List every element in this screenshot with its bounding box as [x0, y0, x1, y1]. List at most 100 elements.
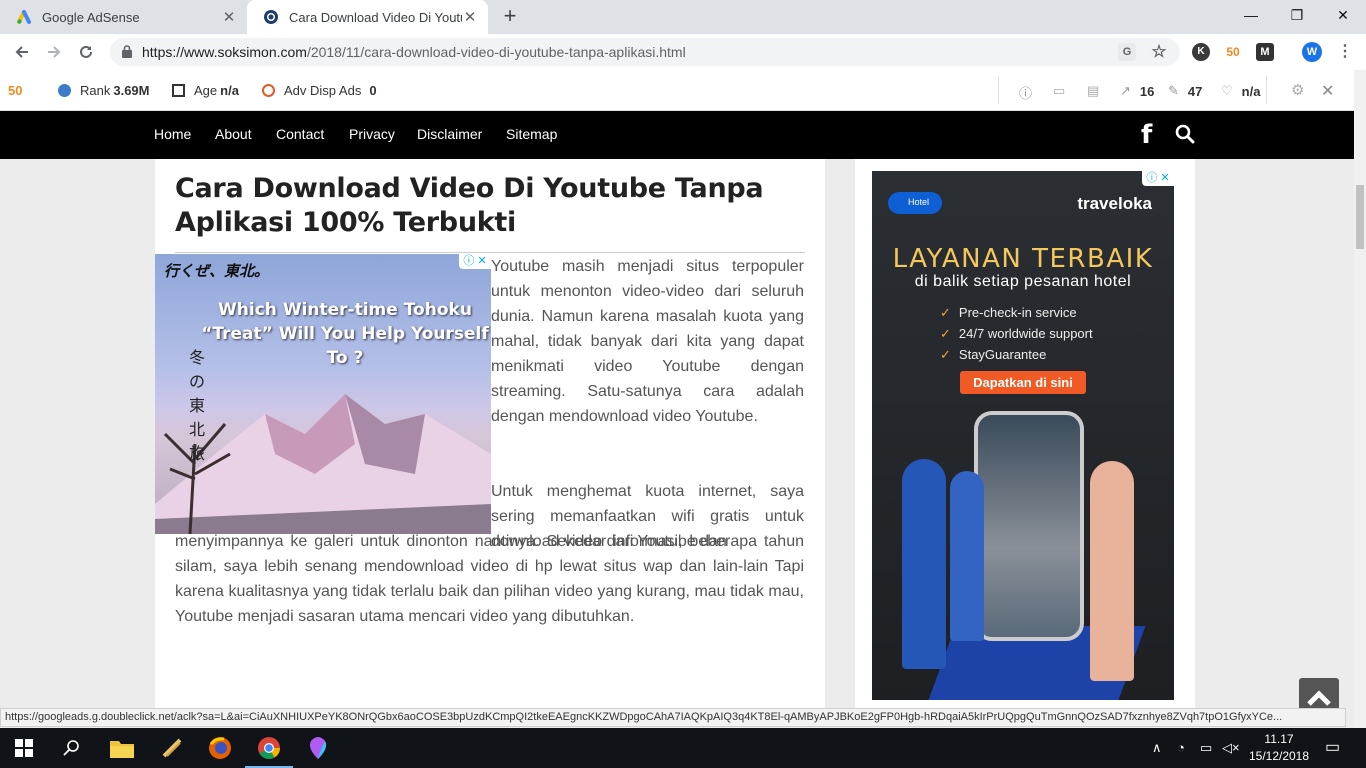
battery-icon[interactable]: ▭ [1200, 740, 1212, 756]
facebook-icon[interactable]: f [1141, 122, 1157, 148]
windows-taskbar: ∧ ◔ ▭ ◁× 11.17 15/12/2018 ▭ [0, 728, 1366, 768]
age-label: Age [194, 83, 218, 98]
page-content: Cara Download Video Di Youtube Tanpa Apl… [0, 159, 1354, 710]
trust-stat[interactable]: ♡ n/a [1221, 83, 1260, 99]
tab-google-adsense[interactable]: Google AdSense ✕ [0, 0, 247, 34]
hotel-badge: Hotel [888, 192, 942, 214]
check-icon: ✓ [940, 305, 951, 320]
vertical-scrollbar[interactable] [1354, 70, 1366, 728]
nav-home[interactable]: Home [154, 126, 191, 142]
status-bar-url: https://googleads.g.doubleclick.net/aclk… [0, 708, 1346, 727]
person-image [1090, 461, 1134, 681]
close-tab-icon[interactable]: ✕ [462, 8, 478, 26]
close-extension-icon[interactable]: ✕ [1321, 81, 1334, 101]
tray-expand-icon[interactable]: ∧ [1152, 740, 1162, 756]
ad-cta-button[interactable]: Dapatkan di sini [960, 371, 1086, 394]
article-paragraph-3: menyimpannya ke galeri untuk dinonton na… [175, 533, 804, 625]
paint-3d-icon[interactable] [304, 734, 332, 762]
volume-icon[interactable]: ◁× [1222, 740, 1240, 756]
article: Cara Download Video Di Youtube Tanpa Apl… [155, 159, 825, 710]
tab-title: Cara Download Video Di Youtube [289, 9, 462, 25]
document-icon[interactable]: ▤ [1087, 83, 1099, 99]
adchoices-icon[interactable]: ⓘ ✕ [1142, 171, 1174, 186]
ad-feature: ✓ 24/7 worldwide support [940, 326, 1093, 342]
ad-headline: Which Winter-time Tohoku “Treat” Will Yo… [201, 300, 489, 368]
divider [998, 76, 999, 104]
tab-cara-download[interactable]: Cara Download Video Di Youtube ✕ [247, 0, 488, 34]
ad-feature-label: StayGuarantee [958, 347, 1047, 362]
maximize-button[interactable]: ❐ [1274, 0, 1320, 32]
reload-icon[interactable] [72, 38, 100, 66]
article-paragraph-1: Youtube masih menjadi situs terpopuler u… [491, 258, 804, 425]
site-navigation: Home About Contact Privacy Disclaimer Si… [0, 111, 1354, 159]
seo-logo-icon: 50 [8, 83, 23, 98]
traveloka-logo: traveloka [1077, 194, 1152, 213]
rank-value: 3.69M [113, 83, 150, 98]
seo-extension-icon[interactable]: 50 [1224, 43, 1242, 61]
ad-headline: LAYANAN TERBAIK [892, 244, 1154, 274]
info-icon[interactable]: ⓘ [1019, 83, 1032, 102]
chrome-icon[interactable] [255, 734, 283, 762]
trust-value: n/a [1241, 83, 1261, 99]
adv-value: 0 [369, 83, 377, 98]
translate-icon[interactable]: G [1118, 43, 1136, 61]
nav-contact[interactable]: Contact [276, 126, 324, 142]
extension-m-icon[interactable]: M [1256, 43, 1274, 61]
minimize-button[interactable]: — [1228, 0, 1274, 32]
menu-kebab-icon[interactable]: ⋮ [1336, 43, 1354, 61]
extension-k-icon[interactable]: K [1192, 43, 1210, 61]
monitor-icon[interactable]: ▭ [1053, 83, 1065, 99]
url-host: https://www.soksimon.com [142, 44, 307, 60]
scrollbar-thumb[interactable] [1356, 185, 1364, 249]
nav-disclaimer[interactable]: Disclaimer [417, 126, 482, 142]
close-tab-icon[interactable]: ✕ [221, 8, 237, 26]
circle-icon [262, 84, 275, 97]
search-icon[interactable] [58, 734, 86, 762]
new-tab-button[interactable]: + [498, 5, 522, 29]
url-path: /2018/11/cara-download-video-di-youtube-… [306, 44, 686, 60]
bookmark-star-icon[interactable]: ☆ [1150, 43, 1168, 61]
rank-stat[interactable]: Rank 3.69M [58, 83, 150, 98]
adv-disp-ads-stat[interactable]: Adv Disp Ads 0 [262, 83, 377, 98]
notification-icon[interactable]: ▭ [1325, 737, 1340, 757]
system-clock[interactable]: 11.17 15/12/2018 [1244, 731, 1314, 765]
age-stat[interactable]: Age n/a [172, 83, 239, 98]
hotel-badge-label: Hotel [908, 197, 930, 207]
address-bar[interactable]: https://www.soksimon.com/2018/11/cara-do… [110, 38, 1180, 66]
windows-start-icon[interactable] [10, 734, 38, 762]
person-image [902, 459, 946, 669]
wifi-icon[interactable]: ◔ [1177, 740, 1185, 755]
nav-sitemap[interactable]: Sitemap [506, 126, 557, 142]
nav-privacy[interactable]: Privacy [349, 126, 395, 142]
app-icon[interactable] [158, 734, 186, 762]
ad-subheadline: di balik setiap pesanan hotel [914, 273, 1132, 290]
search-icon[interactable] [1175, 124, 1195, 144]
nav-about[interactable]: About [215, 126, 252, 142]
rank-label: Rank [80, 83, 111, 98]
seo-extension-bar: 50 Rank 3.69M Age n/a Adv Disp Ads 0 ⓘ ▭ ▤ … [0, 70, 1354, 111]
forward-icon[interactable] [40, 38, 68, 66]
file-explorer-icon[interactable] [108, 734, 136, 762]
url-text: https://www.soksimon.com/2018/11/cara-do… [142, 44, 686, 60]
person-image [950, 471, 984, 641]
back-icon[interactable] [8, 38, 36, 66]
close-window-button[interactable]: ✕ [1320, 0, 1366, 32]
pages-stat[interactable]: ✎ 47 [1168, 83, 1202, 99]
clock-time: 11.17 [1264, 732, 1294, 746]
check-icon: ✓ [940, 326, 951, 341]
sidebar: Hotel traveloka LAYANAN TERBAIK di balik… [855, 159, 1195, 710]
adchoices-icon[interactable]: ⓘ ✕ [459, 254, 491, 269]
divider [1266, 76, 1267, 104]
tohoku-ad-banner[interactable]: 行くぜ、東北。 Which Winter-time Tohoku “Treat”… [155, 254, 491, 534]
links-stat[interactable]: ↗ 16 [1120, 83, 1154, 99]
adsense-icon [17, 10, 31, 24]
ad-feature: ✓ Pre-check-in service [940, 305, 1077, 321]
divider [175, 252, 805, 253]
traveloka-ad-banner[interactable]: Hotel traveloka LAYANAN TERBAIK di balik… [872, 171, 1174, 700]
settings-gear-icon[interactable]: ⚙ [1291, 81, 1304, 99]
firefox-icon[interactable] [206, 734, 234, 762]
ad-vertical-text: 冬の東北旅 [188, 348, 205, 463]
check-icon: ✓ [940, 347, 951, 362]
clock-date: 15/12/2018 [1248, 749, 1310, 763]
profile-avatar[interactable]: W [1302, 42, 1322, 62]
